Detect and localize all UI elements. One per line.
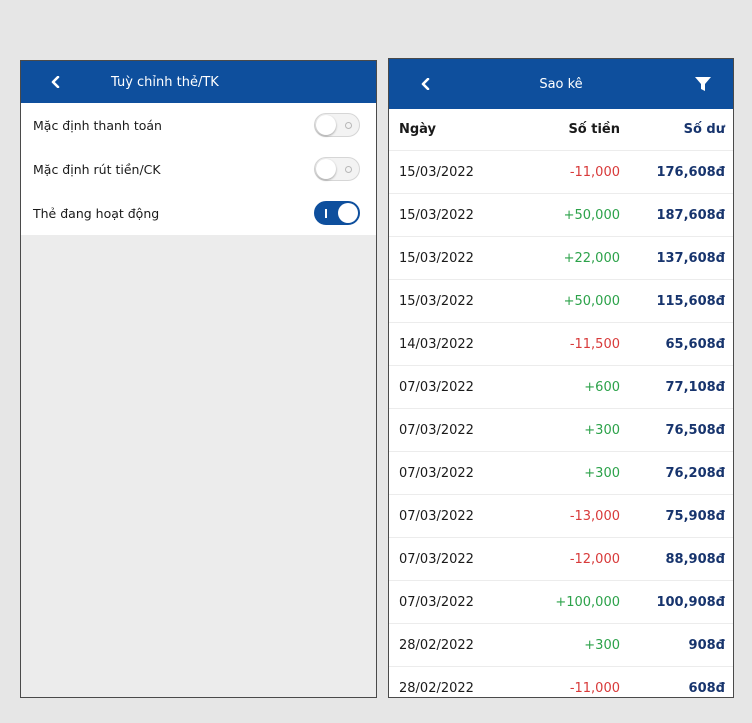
toggle-knob: [316, 159, 336, 179]
row-date: 14/03/2022: [399, 336, 474, 352]
setting-label: Mặc định thanh toán: [33, 117, 162, 133]
row-amount: +50,000: [563, 293, 620, 309]
chevron-left-icon: [51, 76, 60, 88]
table-row[interactable]: 07/03/2022 +100,000 100,908đ: [389, 581, 733, 624]
settings-header: Tuỳ chỉnh thẻ/TK: [21, 61, 376, 103]
row-date: 07/03/2022: [399, 379, 474, 395]
row-balance: 77,108đ: [665, 379, 725, 395]
row-balance: 88,908đ: [665, 551, 725, 567]
setting-row-default-withdraw: Mặc định rút tiền/CK: [21, 147, 376, 191]
column-header-balance: Số dư: [683, 122, 725, 137]
statement-header: Sao kê: [389, 59, 733, 109]
table-row[interactable]: 28/02/2022 +300 908đ: [389, 624, 733, 667]
column-header-amount: Số tiền: [568, 122, 620, 137]
table-header: Ngày Số tiền Số dư: [389, 109, 733, 151]
table-row[interactable]: 15/03/2022 -11,000 176,608đ: [389, 151, 733, 194]
default-withdraw-toggle[interactable]: [314, 157, 360, 181]
chevron-left-icon: [421, 78, 430, 90]
row-date: 28/02/2022: [399, 637, 474, 653]
toggle-knob: [316, 115, 336, 135]
row-balance: 76,508đ: [665, 422, 725, 438]
table-row[interactable]: 15/03/2022 +50,000 115,608đ: [389, 280, 733, 323]
table-row[interactable]: 14/03/2022 -11,500 65,608đ: [389, 323, 733, 366]
row-date: 07/03/2022: [399, 422, 474, 438]
row-amount: -11,500: [569, 336, 620, 352]
setting-row-card-active: Thẻ đang hoạt động: [21, 191, 376, 235]
default-payment-toggle[interactable]: [314, 113, 360, 137]
table-row[interactable]: 15/03/2022 +22,000 137,608đ: [389, 237, 733, 280]
row-date: 15/03/2022: [399, 293, 474, 309]
column-header-date: Ngày: [399, 122, 437, 137]
row-date: 28/02/2022: [399, 680, 474, 696]
row-date: 07/03/2022: [399, 465, 474, 481]
row-balance: 908đ: [688, 637, 725, 653]
settings-list: Mặc định thanh toán Mặc định rút tiền/CK…: [21, 103, 376, 235]
row-amount: +300: [584, 637, 620, 653]
toggle-knob: [338, 203, 358, 223]
row-amount: +300: [584, 422, 620, 438]
filter-button[interactable]: [691, 72, 715, 96]
table-row[interactable]: 07/03/2022 +300 76,508đ: [389, 409, 733, 452]
row-date: 15/03/2022: [399, 250, 474, 266]
row-balance: 608đ: [688, 680, 725, 696]
row-amount: +50,000: [563, 207, 620, 223]
row-date: 07/03/2022: [399, 508, 474, 524]
row-date: 07/03/2022: [399, 551, 474, 567]
table-row[interactable]: 07/03/2022 +300 76,208đ: [389, 452, 733, 495]
setting-label: Mặc định rút tiền/CK: [33, 161, 161, 177]
table-row[interactable]: 07/03/2022 +600 77,108đ: [389, 366, 733, 409]
statement-screen: Sao kê Ngày Số tiền Số dư 15/03/2022 -11,…: [388, 58, 734, 698]
row-amount: -11,000: [569, 164, 620, 180]
row-date: 15/03/2022: [399, 207, 474, 223]
row-amount: -12,000: [569, 551, 620, 567]
row-balance: 115,608đ: [656, 293, 725, 309]
row-balance: 187,608đ: [656, 207, 725, 223]
table-row[interactable]: 07/03/2022 -12,000 88,908đ: [389, 538, 733, 581]
row-amount: +600: [584, 379, 620, 395]
row-amount: -13,000: [569, 508, 620, 524]
table-row[interactable]: 15/03/2022 +50,000 187,608đ: [389, 194, 733, 237]
statement-table: Ngày Số tiền Số dư 15/03/2022 -11,000 176,…: [389, 109, 733, 697]
row-balance: 75,908đ: [665, 508, 725, 524]
row-amount: -11,000: [569, 680, 620, 696]
row-date: 15/03/2022: [399, 164, 474, 180]
row-amount: +300: [584, 465, 620, 481]
row-balance: 65,608đ: [665, 336, 725, 352]
row-amount: +22,000: [563, 250, 620, 266]
row-date: 07/03/2022: [399, 594, 474, 610]
card-active-toggle[interactable]: [314, 201, 360, 225]
setting-row-default-payment: Mặc định thanh toán: [21, 103, 376, 147]
table-row[interactable]: 28/02/2022 -11,000 608đ: [389, 667, 733, 697]
row-balance: 100,908đ: [656, 594, 725, 610]
back-button[interactable]: [415, 73, 437, 95]
row-amount: +100,000: [555, 594, 620, 610]
filter-icon: [695, 77, 711, 91]
row-balance: 76,208đ: [665, 465, 725, 481]
statement-title: Sao kê: [539, 76, 583, 92]
setting-label: Thẻ đang hoạt động: [33, 205, 160, 221]
table-row[interactable]: 07/03/2022 -13,000 75,908đ: [389, 495, 733, 538]
back-button[interactable]: [45, 71, 67, 93]
settings-title: Tuỳ chỉnh thẻ/TK: [111, 74, 219, 90]
card-settings-screen: Tuỳ chỉnh thẻ/TK Mặc định thanh toán Mặc…: [20, 60, 377, 698]
row-balance: 137,608đ: [656, 250, 725, 266]
row-balance: 176,608đ: [656, 164, 725, 180]
